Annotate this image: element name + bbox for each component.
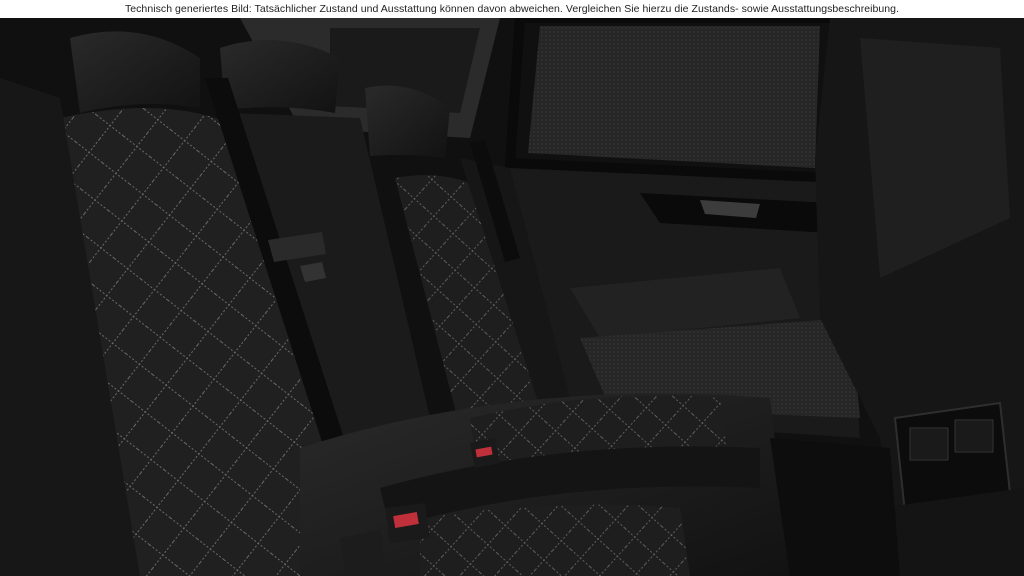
rear-seat-scene (0, 18, 1024, 576)
air-vent-left-icon[interactable] (909, 427, 949, 461)
interior-illustration (0, 18, 1024, 576)
disclaimer-text: Technisch generiertes Bild: Tatsächliche… (124, 3, 900, 15)
footwell-floor (770, 438, 900, 576)
car-interior-image: Technisch generiertes Bild: Tatsächliche… (0, 0, 1024, 576)
air-vent-right-icon[interactable] (954, 419, 994, 453)
disclaimer-bar: Technisch generiertes Bild: Tatsächliche… (0, 0, 1024, 18)
headrest-center (220, 40, 340, 113)
side-window-sunshade (528, 26, 820, 168)
seat-cushion-left-quilted (420, 504, 690, 576)
buckle-receiver-center[interactable] (340, 530, 386, 576)
